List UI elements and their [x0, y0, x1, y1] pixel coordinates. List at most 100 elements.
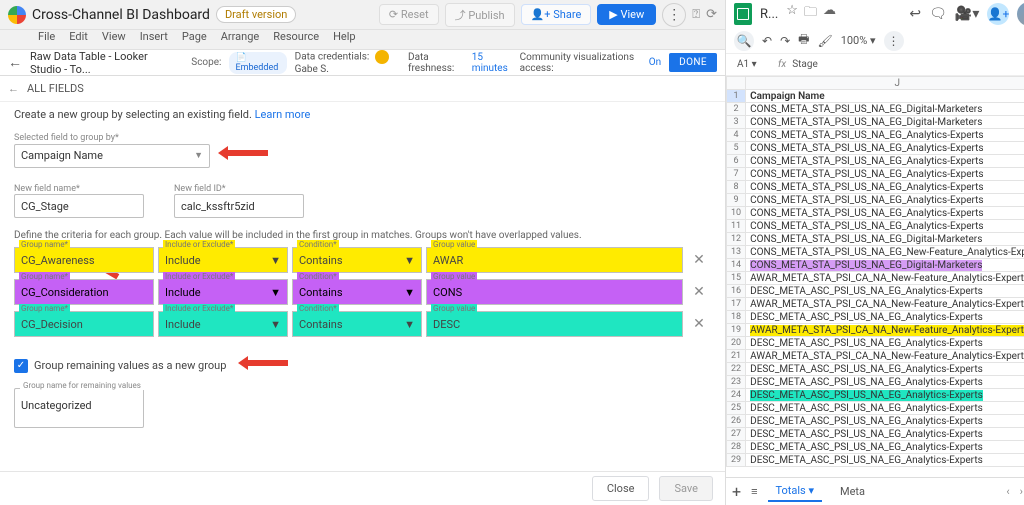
- tab-prev-icon[interactable]: ‹: [1006, 485, 1009, 498]
- cell[interactable]: CONS_META_STA_PSI_US_NA_EG_Analytics-Exp…: [746, 129, 1024, 142]
- row-header[interactable]: 25: [727, 402, 746, 415]
- cell[interactable]: CONS_META_STA_PSI_US_NA_EG_Analytics-Exp…: [746, 207, 1024, 220]
- draft-badge[interactable]: Draft version: [216, 6, 296, 23]
- include-exclude-dropdown[interactable]: Include or Exclude*Include▼: [158, 311, 288, 337]
- view-button[interactable]: ▶ View: [597, 4, 656, 25]
- more-menu-icon[interactable]: ⋮: [662, 3, 686, 27]
- remove-group-icon[interactable]: ✕: [687, 252, 711, 268]
- row-header[interactable]: 17: [727, 298, 746, 311]
- cell[interactable]: AWAR_META_STA_PSI_CA_NA_New-Feature_Anal…: [746, 324, 1024, 337]
- row-header[interactable]: 29: [727, 454, 746, 467]
- viz-value[interactable]: On: [649, 57, 661, 68]
- group-name-input[interactable]: Group name*CG_Decision: [14, 311, 154, 337]
- refresh-icon[interactable]: ⟳: [706, 7, 717, 22]
- folder-icon[interactable]: 🗀: [804, 3, 817, 25]
- row-header[interactable]: 7: [727, 168, 746, 181]
- row-header[interactable]: 16: [727, 285, 746, 298]
- star-icon[interactable]: ☆: [786, 3, 798, 25]
- cell[interactable]: CONS_META_STA_PSI_US_NA_EG_Digital-Marke…: [746, 116, 1024, 129]
- tab-next-icon[interactable]: ›: [1020, 485, 1023, 498]
- row-header[interactable]: 26: [727, 415, 746, 428]
- cell[interactable]: DESC_META_ASC_PSI_US_NA_EG_Analytics-Exp…: [746, 389, 1024, 402]
- row-header[interactable]: 8: [727, 181, 746, 194]
- cell[interactable]: CONS_META_STA_PSI_US_NA_EG_Analytics-Exp…: [746, 142, 1024, 155]
- group-name-input[interactable]: Group name*CG_Consideration: [14, 279, 154, 305]
- cell[interactable]: AWAR_META_STA_PSI_CA_NA_New-Feature_Anal…: [746, 298, 1024, 311]
- cell[interactable]: DESC_META_ASC_PSI_US_NA_EG_Analytics-Exp…: [746, 441, 1024, 454]
- cell[interactable]: DESC_META_ASC_PSI_US_NA_EG_Analytics-Exp…: [746, 363, 1024, 376]
- paint-icon[interactable]: 🖌: [817, 34, 832, 48]
- sheets-title[interactable]: R...: [760, 7, 778, 22]
- cell[interactable]: DESC_META_ASC_PSI_US_NA_EG_Analytics-Exp…: [746, 415, 1024, 428]
- row-header[interactable]: 2: [727, 103, 746, 116]
- back-arrow-icon[interactable]: ←: [8, 82, 19, 95]
- menu-edit[interactable]: Edit: [69, 30, 88, 43]
- selected-field-dropdown[interactable]: Campaign Name▼: [14, 144, 210, 168]
- reset-button[interactable]: ⟳ Reset: [379, 4, 439, 25]
- new-field-id-input[interactable]: calc_kssftr5zid: [174, 194, 304, 218]
- column-title[interactable]: Campaign Name: [746, 90, 1024, 103]
- user-avatar[interactable]: [1017, 2, 1024, 26]
- row-header[interactable]: 5: [727, 142, 746, 155]
- share-button[interactable]: 👤+ Share: [521, 4, 592, 25]
- include-exclude-dropdown[interactable]: Include or Exclude*Include▼: [158, 247, 288, 273]
- group-remaining-checkbox[interactable]: ✓: [14, 359, 28, 373]
- scope-value[interactable]: 📄 Embedded: [229, 52, 286, 74]
- row-header[interactable]: 14: [727, 259, 746, 272]
- freshness-value[interactable]: 15 minutes: [472, 52, 512, 74]
- menu-file[interactable]: File: [38, 30, 55, 43]
- zoom-dropdown[interactable]: 100% ▾: [841, 34, 876, 47]
- cell[interactable]: DESC_META_ASC_PSI_US_NA_EG_Analytics-Exp…: [746, 311, 1024, 324]
- group-value-input[interactable]: Group valueDESC: [426, 311, 683, 337]
- back-icon[interactable]: ←: [8, 54, 22, 71]
- learn-more-link[interactable]: Learn more: [255, 108, 311, 121]
- row-header[interactable]: 11: [727, 220, 746, 233]
- name-box[interactable]: A1 ▾: [732, 57, 772, 72]
- redo-icon[interactable]: ↷: [780, 34, 790, 48]
- cell[interactable]: CONS_META_STA_PSI_US_NA_EG_Digital-Marke…: [746, 103, 1024, 116]
- row-header[interactable]: 27: [727, 428, 746, 441]
- done-button[interactable]: DONE: [669, 53, 717, 72]
- row-header[interactable]: 13: [727, 246, 746, 259]
- row-header[interactable]: 19: [727, 324, 746, 337]
- history-icon[interactable]: ↩: [909, 6, 921, 22]
- row-header[interactable]: 3: [727, 116, 746, 129]
- row-header[interactable]: 21: [727, 350, 746, 363]
- cell[interactable]: DESC_META_ASC_PSI_US_NA_EG_Analytics-Exp…: [746, 402, 1024, 415]
- row-header[interactable]: 4: [727, 129, 746, 142]
- cell[interactable]: CONS_META_STA_PSI_US_NA_EG_New-Feature_A…: [746, 246, 1024, 259]
- comments-icon[interactable]: 🗨: [929, 6, 947, 22]
- include-exclude-dropdown[interactable]: Include or Exclude*Include▼: [158, 279, 288, 305]
- tab-meta[interactable]: Meta: [832, 482, 873, 501]
- menu-help[interactable]: Help: [333, 30, 356, 43]
- all-sheets-icon[interactable]: ≡: [751, 485, 757, 498]
- formula-bar[interactable]: Stage: [792, 59, 818, 70]
- row-header[interactable]: 28: [727, 441, 746, 454]
- row-header[interactable]: 6: [727, 155, 746, 168]
- help-icon[interactable]: ⍰: [692, 7, 700, 22]
- condition-dropdown[interactable]: Condition*Contains▼: [292, 247, 422, 273]
- condition-dropdown[interactable]: Condition*Contains▼: [292, 311, 422, 337]
- cell[interactable]: CONS_META_STA_PSI_US_NA_EG_Digital-Marke…: [746, 233, 1024, 246]
- cell[interactable]: DESC_META_ASC_PSI_US_NA_EG_Analytics-Exp…: [746, 285, 1024, 298]
- cell[interactable]: CONS_META_STA_PSI_US_NA_EG_Analytics-Exp…: [746, 168, 1024, 181]
- row-header[interactable]: 22: [727, 363, 746, 376]
- cell[interactable]: CONS_META_STA_PSI_US_NA_EG_Analytics-Exp…: [746, 181, 1024, 194]
- new-field-name-input[interactable]: CG_Stage: [14, 194, 144, 218]
- row-header[interactable]: 23: [727, 376, 746, 389]
- condition-dropdown[interactable]: Condition*Contains▼: [292, 279, 422, 305]
- cloud-icon[interactable]: ☁: [823, 3, 836, 25]
- remove-group-icon[interactable]: ✕: [687, 316, 711, 332]
- column-header[interactable]: J: [746, 77, 1024, 90]
- cell[interactable]: CONS_META_STA_PSI_US_NA_EG_Digital-Marke…: [746, 259, 1024, 272]
- row-header[interactable]: 12: [727, 233, 746, 246]
- row-header[interactable]: 9: [727, 194, 746, 207]
- undo-icon[interactable]: ↶: [762, 34, 772, 48]
- cell[interactable]: CONS_META_STA_PSI_US_NA_EG_Analytics-Exp…: [746, 220, 1024, 233]
- cell[interactable]: CONS_META_STA_PSI_US_NA_EG_Analytics-Exp…: [746, 155, 1024, 168]
- group-name-input[interactable]: Group name*CG_Awareness: [14, 247, 154, 273]
- menu-arrange[interactable]: Arrange: [221, 30, 259, 43]
- group-value-input[interactable]: Group valueAWAR: [426, 247, 683, 273]
- remove-group-icon[interactable]: ✕: [687, 284, 711, 300]
- search-menu-icon[interactable]: 🔍: [734, 31, 754, 51]
